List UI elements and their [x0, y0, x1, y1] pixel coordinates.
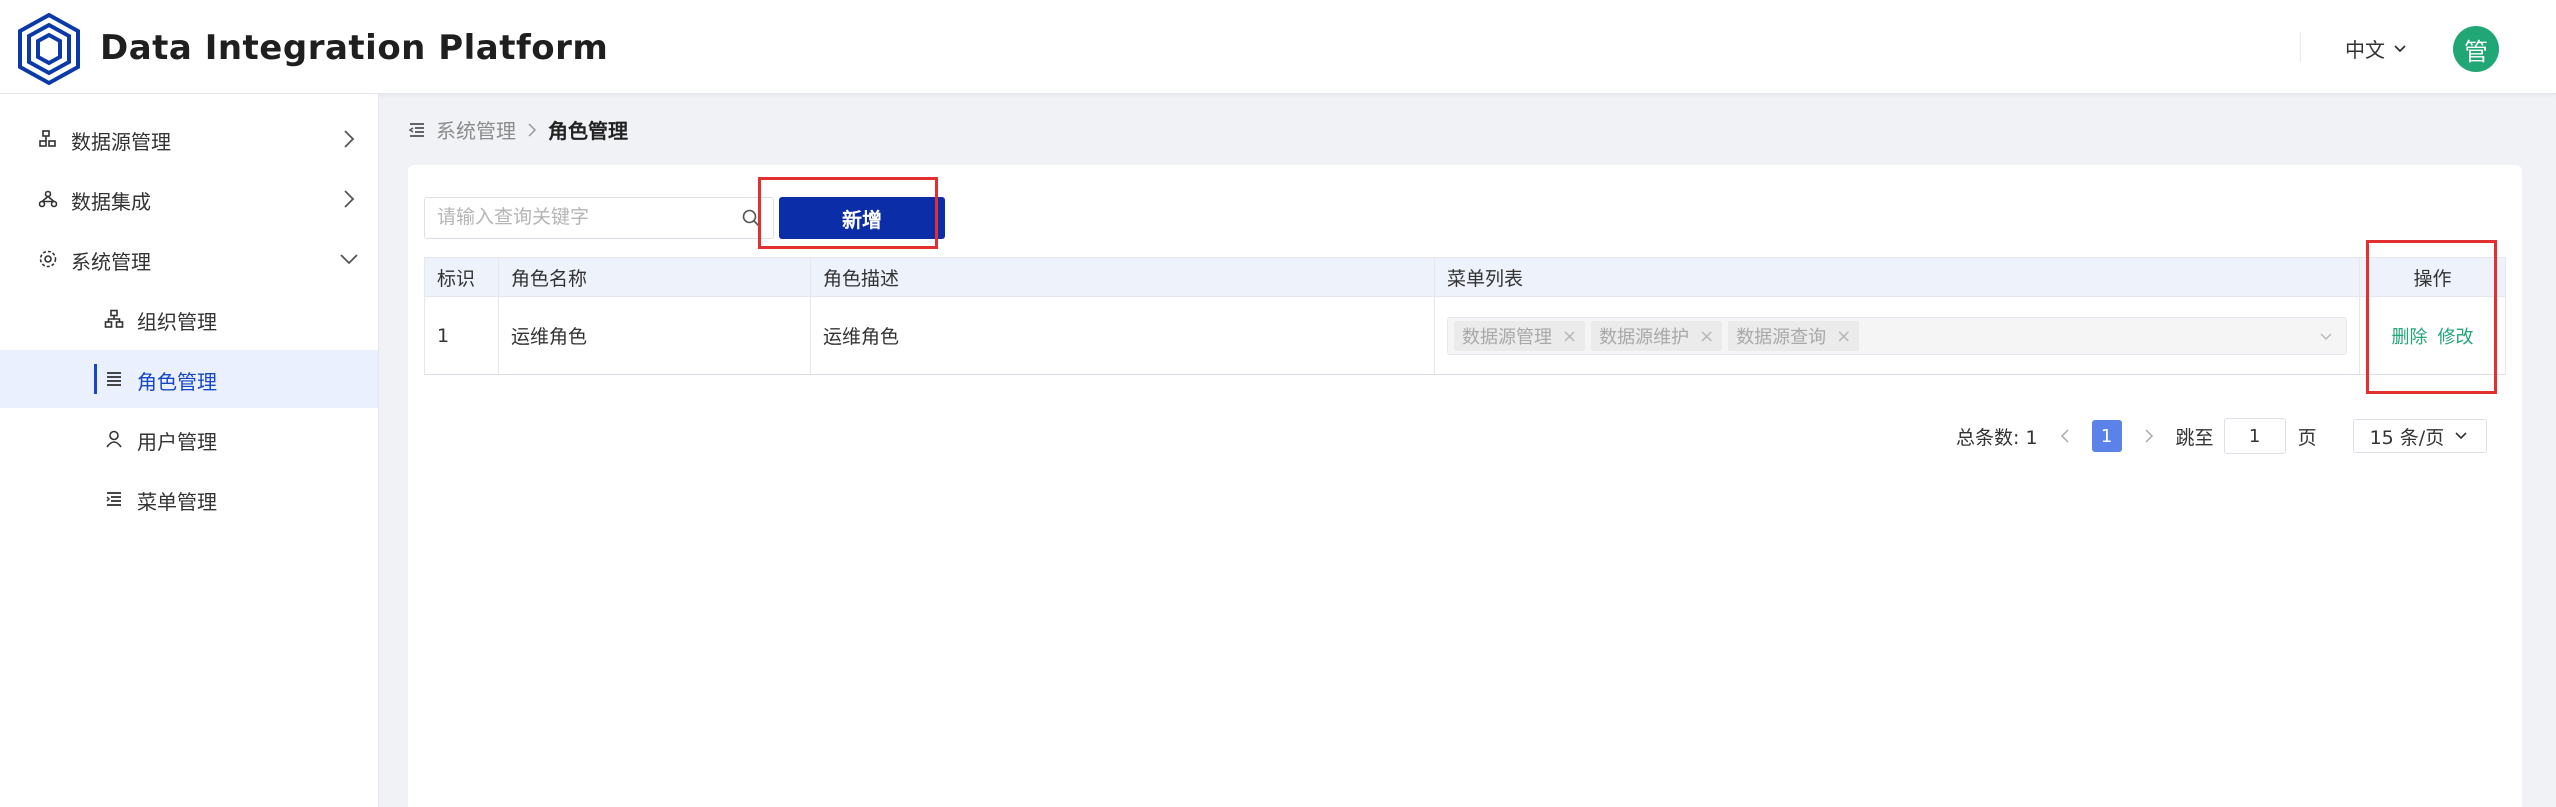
search-field	[424, 197, 774, 239]
menu-select[interactable]: 数据源管理 × 数据源维护 × 数据源查询 ×	[1447, 317, 2347, 355]
goto-label: 跳至	[2175, 426, 2214, 449]
sidebar-item-label: 用户管理	[137, 430, 217, 454]
goto-page-input[interactable]	[2223, 418, 2286, 454]
sidebar-item-role[interactable]: 角色管理	[0, 350, 378, 408]
sidebar-item-datasource[interactable]: 数据源管理	[0, 110, 378, 168]
org-icon	[104, 309, 124, 328]
language-label: 中文	[2345, 38, 2385, 62]
chevron-down-icon	[2455, 432, 2467, 440]
logo-icon	[18, 12, 80, 86]
active-indicator	[94, 364, 97, 394]
sidebar-item-label: 系统管理	[71, 250, 151, 274]
sidebar-item-user[interactable]: 用户管理	[0, 410, 378, 468]
menu-tag: 数据源管理 ×	[1454, 321, 1586, 351]
user-avatar[interactable]: 管	[2453, 26, 2499, 72]
highlight-box-actions	[2366, 240, 2497, 394]
page-number[interactable]: 1	[2091, 420, 2122, 452]
sidebar-item-label: 菜单管理	[137, 490, 217, 514]
header-divider	[2300, 32, 2301, 62]
cell-menus: 数据源管理 × 数据源维护 × 数据源查询 ×	[1435, 297, 2360, 374]
close-icon: ×	[1836, 325, 1852, 347]
menu-fold-icon[interactable]	[408, 121, 426, 139]
chevron-down-icon	[2320, 333, 2332, 341]
pagination: 总条数: 1 1 跳至 页 15 条/页	[1956, 418, 2487, 454]
prev-page-button[interactable]	[2052, 428, 2078, 444]
app-title: Data Integration Platform	[100, 28, 609, 68]
page-suffix: 页	[2297, 426, 2317, 449]
menu-tag-label: 数据源维护	[1599, 327, 1690, 348]
sidebar-item-integration[interactable]: 数据集成	[0, 170, 378, 228]
close-icon: ×	[1562, 325, 1578, 347]
integration-icon	[38, 190, 58, 208]
sidebar-item-label: 数据源管理	[71, 130, 171, 154]
breadcrumb-current: 角色管理	[548, 119, 628, 143]
list-icon	[107, 372, 121, 386]
chevron-down-icon	[340, 254, 358, 265]
column-header-id: 标识	[425, 258, 499, 296]
cell-id: 1	[425, 297, 499, 374]
menu-tag: 数据源维护 ×	[1591, 321, 1723, 351]
breadcrumb-parent[interactable]: 系统管理	[436, 115, 516, 144]
sidebar: 数据源管理 数据集成 系统管理 组织管理 角色管理 用户管理 菜单管理	[0, 94, 379, 807]
pagination-total: 总条数: 1	[1956, 423, 2038, 450]
chevron-right-icon	[344, 130, 355, 148]
total-count: 1	[2025, 426, 2038, 449]
sidebar-item-label: 角色管理	[137, 370, 217, 394]
column-header-description: 角色描述	[811, 258, 1435, 296]
menu-tag: 数据源查询 ×	[1728, 321, 1860, 351]
highlight-box-add	[758, 177, 938, 249]
gear-icon	[39, 250, 57, 268]
chevron-right-icon	[528, 122, 537, 137]
datasource-icon	[39, 130, 56, 147]
roles-table: 标识 角色名称 角色描述 菜单列表 操作 1 运维角色 运维角色 数据源管理 × …	[424, 257, 2506, 375]
chevron-right-icon	[344, 190, 355, 208]
app-header: Data Integration Platform 中文 管	[0, 0, 2556, 94]
page-size-select[interactable]: 15 条/页	[2352, 419, 2487, 453]
search-input[interactable]	[425, 198, 749, 236]
language-selector[interactable]: 中文	[2345, 34, 2407, 63]
menu-icon	[106, 492, 121, 506]
table-header: 标识 角色名称 角色描述 菜单列表 操作	[425, 258, 2505, 297]
sidebar-item-label: 数据集成	[71, 190, 151, 214]
content-card: 新增 标识 角色名称 角色描述 菜单列表 操作 1 运维角色 运维角色 数据源管…	[408, 165, 2522, 807]
menu-tag-label: 数据源查询	[1736, 327, 1827, 348]
cell-description: 运维角色	[811, 297, 1435, 374]
cell-name: 运维角色	[499, 297, 811, 374]
page-size-label: 15 条/页	[2369, 426, 2445, 449]
sidebar-item-label: 组织管理	[137, 310, 217, 334]
total-label: 总条数:	[1956, 426, 2020, 449]
close-icon: ×	[1699, 325, 1715, 347]
menu-tag-label: 数据源管理	[1462, 327, 1552, 348]
table-row: 1 运维角色 运维角色 数据源管理 × 数据源维护 × 数据源查询 × 删除 修改	[425, 297, 2505, 374]
sidebar-item-org[interactable]: 组织管理	[0, 290, 378, 348]
next-page-button[interactable]	[2136, 428, 2162, 444]
sidebar-item-menu[interactable]: 菜单管理	[0, 470, 378, 528]
chevron-right-icon	[2145, 429, 2153, 443]
column-header-name: 角色名称	[499, 258, 811, 296]
column-header-menus: 菜单列表	[1435, 258, 2360, 296]
user-icon	[106, 430, 122, 448]
chevron-left-icon	[2060, 429, 2069, 443]
sidebar-item-system[interactable]: 系统管理	[0, 230, 378, 288]
chevron-down-icon	[2394, 44, 2406, 52]
breadcrumb: 系统管理 角色管理	[408, 115, 628, 144]
